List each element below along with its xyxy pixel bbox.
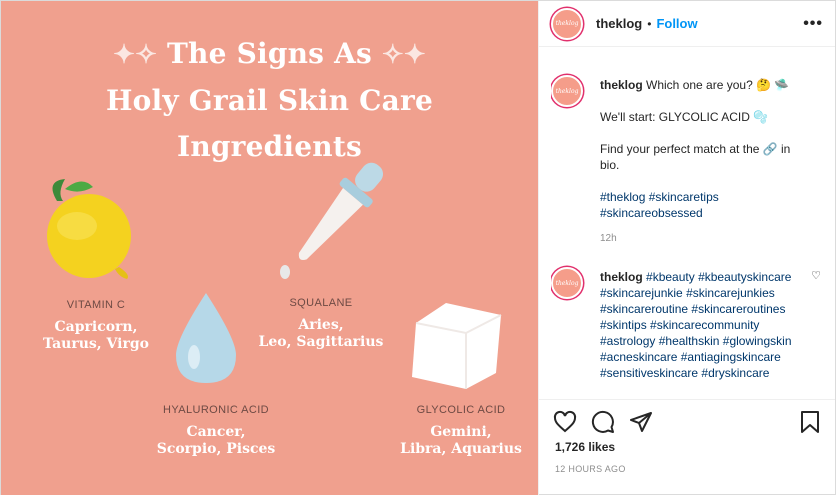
water-drop-icon xyxy=(176,293,236,383)
hashtag-link[interactable]: #skincareroutine xyxy=(600,302,688,316)
hashtag-link[interactable]: #kbeauty xyxy=(646,270,695,284)
comment: theklog theklog #kbeauty #kbeautyskincar… xyxy=(551,253,821,381)
title-line-3: Ingredients xyxy=(177,130,362,163)
zodiac-line: Scorpio, Pisces xyxy=(156,441,276,457)
comment-username[interactable]: theklog xyxy=(600,270,643,284)
caption-line-2: We'll start: GLYCOLIC ACID 🫧 xyxy=(600,110,769,124)
caption-line-1: Which one are you? 🤔 🛸 xyxy=(646,78,790,92)
share-icon[interactable] xyxy=(629,410,653,434)
hashtag-link[interactable]: #sensitiveskincare xyxy=(600,366,698,380)
zodiac-line: Cancer, xyxy=(186,424,246,440)
sign-hyaluronic-acid: HYALURONIC ACID Cancer, Scorpio, Pisces xyxy=(136,404,296,458)
hashtag-link[interactable]: #glowingskin xyxy=(723,334,792,348)
zodiac-line: Libra, Aquarius xyxy=(400,441,522,457)
username-link[interactable]: theklog xyxy=(596,16,642,31)
sugar-cube-icon xyxy=(412,303,502,389)
ingredient-label: GLYCOLIC ACID xyxy=(416,404,506,416)
like-heart-icon[interactable] xyxy=(553,410,577,434)
sign-vitamin-c: VITAMIN C Capricorn, Taurus, Virgo xyxy=(31,299,161,353)
title-line-2: Holy Grail Skin Care xyxy=(106,84,433,117)
post-sidebar: theklog theklog • Follow ••• theklog the… xyxy=(538,1,835,495)
bookmark-icon[interactable] xyxy=(799,410,821,434)
separator-dot: • xyxy=(647,16,652,31)
hashtag-link[interactable]: #astrology xyxy=(600,334,655,348)
instagram-post: ✦✧ The Signs As ✧✦ Holy Grail Skin Care … xyxy=(0,0,836,495)
avatar-text: theklog xyxy=(555,87,579,95)
ingredient-label: VITAMIN C xyxy=(66,299,126,311)
post-image[interactable]: ✦✧ The Signs As ✧✦ Holy Grail Skin Care … xyxy=(1,1,538,495)
hashtag-link[interactable]: #skincaretips xyxy=(649,190,719,204)
zodiac-line: Leo, Sagittarius xyxy=(258,334,384,350)
sparkle-left-icon: ✦✧ xyxy=(113,40,158,70)
caption-line-3: Find your perfect match at the 🔗 in bio. xyxy=(600,142,791,172)
hashtag-link[interactable]: #skincarecommunity xyxy=(650,318,759,332)
comments-area[interactable]: theklog theklog Which one are you? 🤔 🛸 W… xyxy=(551,61,821,395)
avatar[interactable]: theklog xyxy=(551,267,583,299)
follow-button[interactable]: Follow xyxy=(656,16,697,31)
lemon-icon xyxy=(47,179,131,279)
image-title: ✦✧ The Signs As ✧✦ Holy Grail Skin Care … xyxy=(1,31,538,170)
zodiac-line: Capricorn, xyxy=(54,319,138,335)
caption-username[interactable]: theklog xyxy=(600,78,643,92)
comment-bubble-icon[interactable] xyxy=(591,410,615,434)
zodiac-line: Aries, xyxy=(298,317,344,333)
likes-count[interactable]: 1,726 likes xyxy=(539,434,835,454)
caption-timestamp[interactable]: 12h xyxy=(600,231,800,247)
hashtag-link[interactable]: #theklog xyxy=(600,190,645,204)
post-timestamp[interactable]: 12 HOURS AGO xyxy=(539,454,835,474)
title-line-1: The Signs As xyxy=(167,37,372,70)
hashtag-link[interactable]: #dryskincare xyxy=(701,366,769,380)
ingredient-label: HYALURONIC ACID xyxy=(162,404,270,416)
post-header: theklog theklog • Follow ••• xyxy=(539,1,835,47)
action-icons xyxy=(539,400,835,434)
zodiac-line: Taurus, Virgo xyxy=(43,336,149,352)
hashtag-link[interactable]: #skincareobsessed xyxy=(600,206,703,220)
hashtag-link[interactable]: #kbeautyskincare xyxy=(698,270,791,284)
hashtag-link[interactable]: #skintips xyxy=(600,318,647,332)
avatar[interactable]: theklog xyxy=(551,75,583,107)
sign-squalane: SQUALANE Aries, Leo, Sagittarius xyxy=(251,297,391,351)
more-options-icon[interactable]: ••• xyxy=(803,15,823,33)
hashtag-link[interactable]: #skincarejunkies xyxy=(686,286,775,300)
hashtag-link[interactable]: #antiagingskincare xyxy=(681,350,781,364)
hashtag-link[interactable]: #skincarejunkie xyxy=(600,286,683,300)
caption: theklog theklog Which one are you? 🤔 🛸 W… xyxy=(551,61,821,247)
avatar-text: theklog xyxy=(555,20,579,27)
comment-like-heart-icon[interactable]: ♡ xyxy=(811,269,821,282)
avatar-text: theklog xyxy=(555,279,579,287)
hashtag-link[interactable]: #skincareroutines xyxy=(691,302,785,316)
zodiac-line: Gemini, xyxy=(430,424,492,440)
hashtag-link[interactable]: #healthskin xyxy=(659,334,720,348)
dropper-icon xyxy=(280,162,384,279)
avatar[interactable]: theklog xyxy=(551,7,583,40)
hashtag-link[interactable]: #acneskincare xyxy=(600,350,677,364)
sparkle-right-icon: ✧✦ xyxy=(381,40,426,70)
action-bar: 1,726 likes 12 HOURS AGO xyxy=(539,399,835,495)
ingredient-label: SQUALANE xyxy=(289,297,353,309)
sign-glycolic-acid: GLYCOLIC ACID Gemini, Libra, Aquarius xyxy=(386,404,536,458)
